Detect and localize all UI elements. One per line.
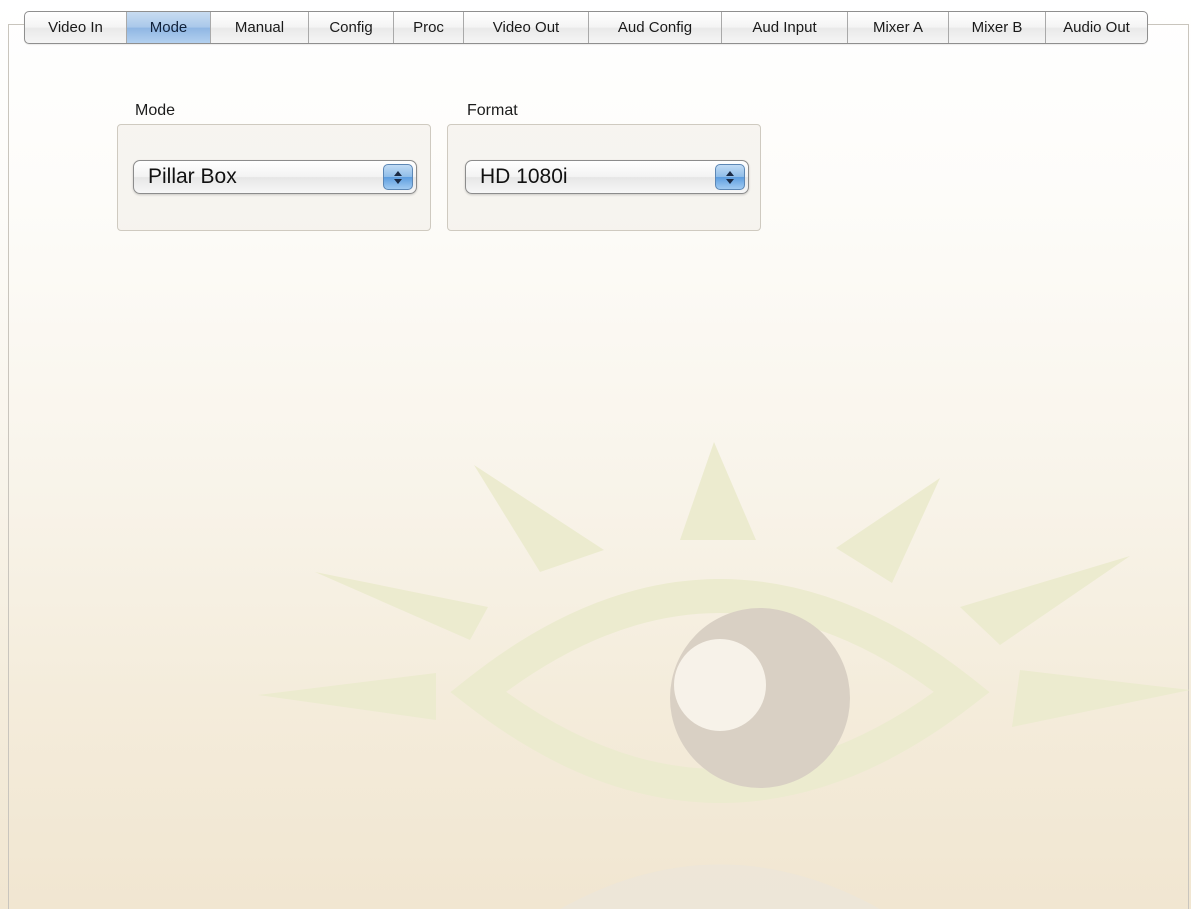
mode-group-label: Mode: [135, 102, 176, 119]
format-popup-value: HD 1080i: [480, 165, 568, 188]
tab-bar: Video In Mode Manual Config Proc Video O…: [24, 11, 1148, 44]
tab-config[interactable]: Config: [309, 12, 394, 43]
tab-aud-config[interactable]: Aud Config: [589, 12, 722, 43]
tab-mode[interactable]: Mode: [127, 12, 211, 43]
tab-proc[interactable]: Proc: [394, 12, 464, 43]
mode-popup-button[interactable]: Pillar Box: [133, 160, 417, 194]
format-popup-button[interactable]: HD 1080i: [465, 160, 749, 194]
tab-audio-out[interactable]: Audio Out: [1046, 12, 1147, 43]
up-down-stepper-icon: [715, 164, 745, 190]
tab-mixer-a[interactable]: Mixer A: [848, 12, 949, 43]
tab-video-out[interactable]: Video Out: [464, 12, 589, 43]
format-group-box: HD 1080i: [447, 124, 761, 231]
tab-video-in[interactable]: Video In: [25, 12, 127, 43]
mode-group-box: Pillar Box: [117, 124, 431, 231]
up-down-stepper-icon: [383, 164, 413, 190]
tab-aud-input[interactable]: Aud Input: [722, 12, 848, 43]
tab-mixer-b[interactable]: Mixer B: [949, 12, 1046, 43]
tab-manual[interactable]: Manual: [211, 12, 309, 43]
mode-popup-value: Pillar Box: [148, 165, 237, 188]
format-group-label: Format: [467, 102, 518, 119]
